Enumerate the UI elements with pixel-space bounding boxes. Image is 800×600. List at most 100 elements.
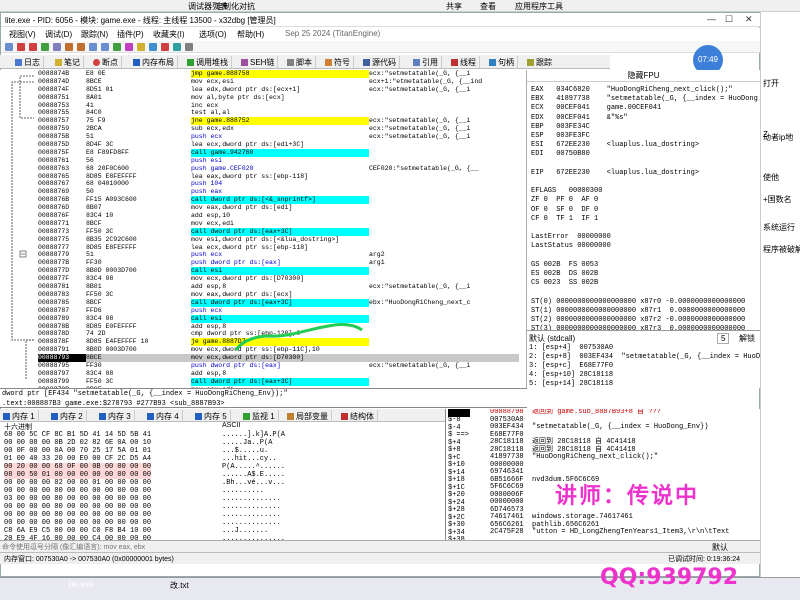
stop-icon[interactable] xyxy=(29,43,37,51)
address-cell: 0088877D xyxy=(38,267,70,275)
command-input[interactable] xyxy=(2,542,702,552)
tab-threads[interactable]: 线程 xyxy=(448,56,480,68)
arg-count-select[interactable]: 5 xyxy=(717,333,730,344)
threads-icon xyxy=(451,59,458,66)
stack-line: 00000000 xyxy=(490,460,524,469)
tab-dump-2[interactable]: 内存 2 xyxy=(48,410,87,422)
ascii-row: .Bh...vé...v... xyxy=(222,479,286,487)
label-icon[interactable] xyxy=(149,43,157,51)
run-icon[interactable] xyxy=(41,43,49,51)
menu-favorites[interactable]: 收藏夹(I) xyxy=(153,29,185,40)
maximize-icon[interactable]: ☐ xyxy=(725,14,733,25)
step-over-icon[interactable] xyxy=(77,43,85,51)
register-line: EAX 034C6820 "HuoDongRiCheng_next_click(… xyxy=(531,86,733,94)
address-cell: 00888757 xyxy=(38,117,70,125)
step-into-icon[interactable] xyxy=(65,43,73,51)
bytes-cell: 68 04010000 xyxy=(86,180,129,188)
bytes-cell: 83C4 08 xyxy=(86,314,114,322)
tab-locals[interactable]: 局部变量 xyxy=(284,410,332,422)
bytes-cell: FF50 3C xyxy=(86,377,114,385)
function-icon[interactable] xyxy=(173,43,181,51)
instruction-cell: jmp game.888758 xyxy=(191,70,369,78)
trace-icon[interactable] xyxy=(89,43,97,51)
top-strip-item[interactable]: 查看 xyxy=(480,1,496,12)
tab-source[interactable]: 源代码 xyxy=(360,56,400,68)
register-line: LastStatus 00000000 xyxy=(531,242,611,251)
minimize-icon[interactable]: — xyxy=(707,14,716,24)
run-to-user-icon[interactable] xyxy=(113,43,121,51)
instruction-cell: mov eax,dword ptr ds:[edi] xyxy=(191,204,293,212)
top-strip-item[interactable]: 定制化对抗 xyxy=(215,1,255,12)
close-icon[interactable]: ✕ xyxy=(745,14,753,25)
address-cell: 0088878F xyxy=(38,338,70,346)
taskbar-item[interactable]: lite.exe xyxy=(68,580,93,589)
comment-cell xyxy=(369,323,519,331)
background-text-line: +国数名 xyxy=(763,195,792,204)
hide-fpu-toggle[interactable]: 隐藏FPU xyxy=(527,70,760,82)
hex-row: C8 6A E9 C5 00 00 00 C0 F8 B4 10 00 xyxy=(4,527,152,535)
comment-icon[interactable] xyxy=(137,43,145,51)
tab-notes[interactable]: 笔记 xyxy=(52,56,84,68)
menu-trace[interactable]: 跟踪(N) xyxy=(81,29,108,40)
unlock-checkbox[interactable]: 解锁 xyxy=(739,333,755,344)
bookmark-icon[interactable] xyxy=(161,43,169,51)
top-strip-item[interactable]: 共享 xyxy=(446,1,462,12)
hex-row: 03 00 00 00 00 00 00 00 00 00 00 00 xyxy=(4,495,152,503)
stack-line: 2C475F28 "utton = HD_LongZhengTenYears1_… xyxy=(490,528,730,536)
tab-dump-3[interactable]: 内存 3 xyxy=(96,410,135,422)
bytes-cell: 50 xyxy=(86,188,94,196)
comment-cell xyxy=(369,102,519,110)
instruction-cell: add esp,8 xyxy=(191,283,227,291)
tab-symbols[interactable]: 符号 xyxy=(322,56,354,68)
tab-watch-1[interactable]: 监视 1 xyxy=(240,410,279,422)
argument-line: 3: [esp+c] E68E77F0 xyxy=(529,362,614,370)
menu-debug[interactable]: 调试(D) xyxy=(45,29,72,40)
tab-breakpoints[interactable]: 断点 xyxy=(90,56,122,68)
taskbar-item[interactable]: 改.txt xyxy=(170,580,189,591)
tab-call-stack[interactable]: 调用堆栈 xyxy=(184,56,232,68)
tab-dump-4[interactable]: 内存 4 xyxy=(144,410,183,422)
register-line: CS 0023 SS 002B xyxy=(531,279,599,288)
stack-view[interactable]: $-8 $-4 $ ==> $+4 $+8 $+C $+10 $+14 $+18 $+1C $+20… xyxy=(445,409,760,540)
bytes-cell: 41 xyxy=(86,101,94,109)
pause-icon[interactable] xyxy=(53,43,61,51)
comment-cell: arg1 xyxy=(369,259,385,267)
instruction-cell: inc ecx xyxy=(191,101,219,109)
register-line: EIP 672EE230 <luaplus.lua_dostring> xyxy=(531,168,700,177)
animate-icon[interactable] xyxy=(101,43,109,51)
tab-dump-1[interactable]: 内存 1 xyxy=(0,410,39,422)
patch-icon[interactable] xyxy=(125,43,133,51)
tab-seh[interactable]: SEH链 xyxy=(238,56,279,68)
menu-help[interactable]: 帮助(H) xyxy=(237,29,264,40)
menu-plugins[interactable]: 插件(P) xyxy=(117,29,144,40)
menu-view[interactable]: 视图(V) xyxy=(9,29,36,40)
bytes-cell: 56 xyxy=(86,156,94,164)
background-text-line: 打开 xyxy=(763,79,779,88)
references-icon xyxy=(413,59,420,66)
bytes-cell: 83C4 08 xyxy=(86,275,114,283)
restart-icon[interactable] xyxy=(17,43,25,51)
tab-log[interactable]: 日志 xyxy=(12,56,44,68)
address-cell: 0088874F xyxy=(38,85,70,93)
memory-dump[interactable]: 十六进制 ASCII 68 00 5C CF 8C B1 5D 41 14 5D… xyxy=(0,422,445,540)
comment-cell xyxy=(369,370,519,378)
disassembly-view[interactable]: 0088874B 0088874D 0088874F 00888751 00888753… xyxy=(0,70,527,388)
tab-struct[interactable]: 结构体 xyxy=(338,410,378,422)
address-cell: 0088875F xyxy=(38,148,70,156)
instructor-watermark: 讲师：传说中 xyxy=(555,484,700,509)
tab-references[interactable]: 引用 xyxy=(410,56,442,68)
top-strip-item[interactable]: 应用程序工具 xyxy=(515,1,563,12)
settings-icon[interactable] xyxy=(185,43,193,51)
instruction-cell: mov esi,dword ptr ds:[<&lua_dostring>] xyxy=(191,235,340,243)
tab-trace[interactable]: 跟踪 xyxy=(524,56,555,68)
tab-script[interactable]: 脚本 xyxy=(284,56,316,68)
tab-handles[interactable]: 句柄 xyxy=(486,56,518,68)
tab-memory-map[interactable]: 内存布局 xyxy=(130,56,178,68)
breakpoint-icon xyxy=(93,59,100,66)
tab-dump-5[interactable]: 内存 5 xyxy=(192,410,231,422)
info-line: dword ptr [EF434 "setmetatable(_G, {__in… xyxy=(2,390,288,398)
comment-cell xyxy=(369,94,519,102)
menu-options[interactable]: 选项(O) xyxy=(199,29,227,40)
calling-convention-select[interactable]: 默认 (stdcall) xyxy=(529,333,575,344)
open-icon[interactable] xyxy=(5,43,13,51)
